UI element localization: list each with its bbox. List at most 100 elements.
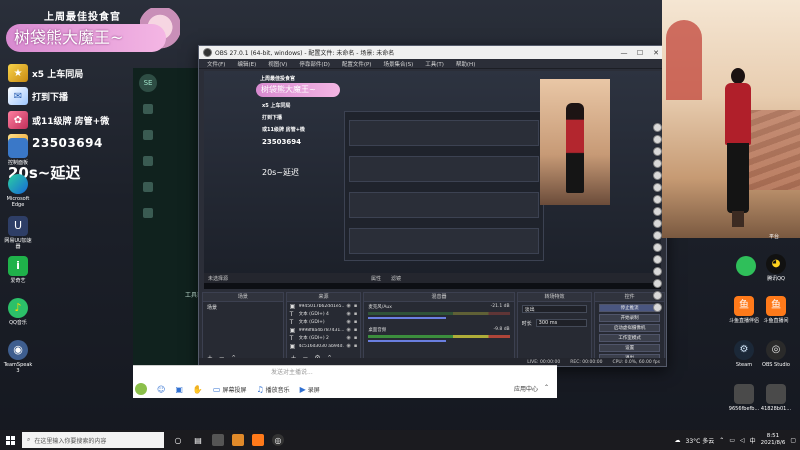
eye-icon[interactable]: ◉ (347, 311, 351, 317)
hand-button[interactable]: ✋ (193, 385, 203, 394)
strip-icon[interactable] (653, 219, 662, 228)
source-item[interactable]: ▣ 9945017b62dd1e5... ◉ ▪ (287, 302, 361, 310)
sidebar-icon[interactable] (143, 104, 153, 114)
desktop-icon-file[interactable]: 41828b01... (756, 384, 796, 412)
sidebar-icon[interactable] (143, 156, 153, 166)
lock-icon[interactable]: ▪ (354, 327, 357, 333)
chat-tool[interactable] (135, 383, 147, 395)
desktop-icon-control-panel[interactable]: 控制面板 (2, 138, 34, 166)
notification-icon[interactable]: ▢ (790, 437, 796, 444)
lock-icon[interactable]: ▪ (354, 311, 357, 317)
desktop-icon-edge[interactable]: Microsoft Edge (2, 174, 34, 208)
overlay-row: ★ x5 上车同局 (8, 64, 83, 82)
duration-input[interactable]: 300 ms (535, 319, 588, 327)
desktop-icon-douyu-room[interactable]: 鱼 斗鱼直播间 (756, 296, 796, 324)
eye-icon[interactable]: ◉ (347, 343, 351, 349)
stop-streaming-button[interactable]: 停止推流 (599, 304, 660, 312)
strip-icon[interactable] (653, 135, 662, 144)
app-center-button[interactable]: 应用中心 (514, 384, 538, 393)
eye-icon[interactable]: ◉ (347, 319, 351, 325)
taskview-icon[interactable]: ▤ (192, 434, 204, 446)
properties-button[interactable]: 属性 (371, 275, 381, 282)
desktop-icon-qqmusic[interactable]: ♪ QQ音乐 (2, 298, 34, 326)
music-button[interactable]: ♫ 播放音乐 (256, 385, 289, 394)
record-button[interactable]: ▶ 录屏 (300, 385, 320, 394)
volume-fader[interactable] (368, 317, 447, 319)
taskbar-app-icon[interactable] (232, 434, 244, 446)
menu-help[interactable]: 帮助(H) (456, 60, 475, 68)
transition-select[interactable]: 淡出 (521, 305, 588, 313)
strip-icon[interactable] (653, 183, 662, 192)
eye-icon[interactable]: ◉ (347, 327, 351, 333)
desktop-icon-platform[interactable]: 平台 (754, 234, 794, 240)
source-item[interactable]: ▣ 9998f8a4b787431... ◉ ▪ (287, 326, 361, 334)
start-button[interactable] (0, 430, 20, 450)
strip-icon[interactable] (653, 123, 662, 132)
taskbar-search[interactable]: ⌕ 在这里输入你要搜索的内容 (22, 432, 164, 448)
strip-icon[interactable] (653, 279, 662, 288)
menu-view[interactable]: 视图(V) (268, 60, 287, 68)
studio-mode-button[interactable]: 工作室模式 (599, 334, 660, 342)
desktop-icon-uu[interactable]: U 网易UU加速器 (2, 216, 34, 250)
obs-titlebar[interactable]: OBS 27.0.1 (64-bit, windows) - 配置文件: 未命名… (199, 46, 666, 59)
desktop-icon-qq[interactable]: ◕ 腾讯QQ (756, 254, 796, 282)
virtual-camera-button[interactable]: 启动虚拟摄像机 (599, 324, 660, 332)
strip-icon[interactable] (653, 159, 662, 168)
emoji-button[interactable]: ☺ (157, 385, 165, 394)
settings-button[interactable]: 设置 (599, 344, 660, 352)
menu-file[interactable]: 文件(F) (207, 60, 225, 68)
strip-icon[interactable] (653, 195, 662, 204)
lock-icon[interactable]: ▪ (354, 319, 357, 325)
menu-tools[interactable]: 工具(T) (425, 60, 444, 68)
sidebar-icon[interactable] (143, 130, 153, 140)
lock-icon[interactable]: ▪ (354, 343, 357, 349)
lock-icon[interactable]: ▪ (354, 335, 357, 341)
strip-icon[interactable] (653, 147, 662, 156)
strip-icon[interactable] (653, 255, 662, 264)
expand-button[interactable]: ⌃ (544, 384, 549, 393)
ime-icon[interactable]: 中 (750, 436, 756, 445)
start-recording-button[interactable]: 开始录制 (599, 314, 660, 322)
obs-taskbar-icon[interactable]: ◎ (272, 434, 284, 446)
strip-icon[interactable] (653, 207, 662, 216)
desktop-icon-teamspeak[interactable]: ◉ TeamSpeak 3 (2, 340, 34, 374)
source-item[interactable]: T 文本 (GDI+) ◉ ▪ (287, 318, 361, 326)
obs-preview[interactable]: 上周最佳投食官 树袋熊大魔王~ x5 上车同局 打到下播 或11级牌 房管+微 … (204, 71, 661, 289)
maximize-button[interactable]: ☐ (632, 46, 648, 59)
taskbar-app-icon[interactable] (212, 434, 224, 446)
desktop-icon-iqiyi[interactable]: i 爱奇艺 (2, 256, 34, 284)
strip-icon[interactable] (653, 171, 662, 180)
menu-scene-collection[interactable]: 场景集合(S) (383, 60, 413, 68)
wifi-icon[interactable] (143, 208, 153, 218)
filters-button[interactable]: 滤镜 (391, 275, 401, 282)
volume-icon[interactable]: ◁ (740, 437, 745, 444)
strip-icon[interactable] (653, 231, 662, 240)
task-view-icon[interactable]: ○ (172, 434, 184, 446)
eye-icon[interactable]: ◉ (347, 335, 351, 341)
menu-profile[interactable]: 配置文件(P) (342, 60, 372, 68)
menu-docks[interactable]: 停靠部件(D) (299, 60, 330, 68)
strip-icon[interactable] (653, 303, 662, 312)
source-item[interactable]: T 文本 (GDI+) 4 ◉ ▪ (287, 310, 361, 318)
tray-chevron-icon[interactable]: ⌃ (719, 437, 724, 444)
sidebar-icon[interactable] (143, 182, 153, 192)
minimize-button[interactable]: — (616, 46, 632, 59)
desktop-icon-obs[interactable]: ◎ OBS Studio (756, 340, 796, 368)
taskbar-app-icon[interactable] (252, 434, 264, 446)
clock[interactable]: 8:51 2021/8/6 (761, 433, 786, 447)
chat-input[interactable]: 发送对主播说... (271, 368, 531, 378)
source-item[interactable]: T 文本 (GDI+) 2 ◉ ▪ (287, 334, 361, 342)
image-button[interactable]: ▣ (175, 385, 183, 394)
strip-icon[interactable] (653, 291, 662, 300)
strip-icon[interactable] (653, 243, 662, 252)
menu-edit[interactable]: 编辑(E) (237, 60, 256, 68)
source-item[interactable]: ▣ 4c516d3030 ab94d... ◉ ▪ (287, 342, 361, 350)
scene-item[interactable]: 场景 (203, 302, 283, 313)
lock-icon[interactable]: ▪ (354, 303, 357, 309)
strip-icon[interactable] (653, 267, 662, 276)
screen-share-button[interactable]: ▭ 屏幕投屏 (213, 385, 247, 394)
network-icon[interactable]: ▭ (729, 437, 735, 444)
eye-icon[interactable]: ◉ (347, 303, 351, 309)
weather-text[interactable]: 33°C 多云 (686, 436, 715, 445)
volume-fader[interactable] (368, 340, 447, 342)
